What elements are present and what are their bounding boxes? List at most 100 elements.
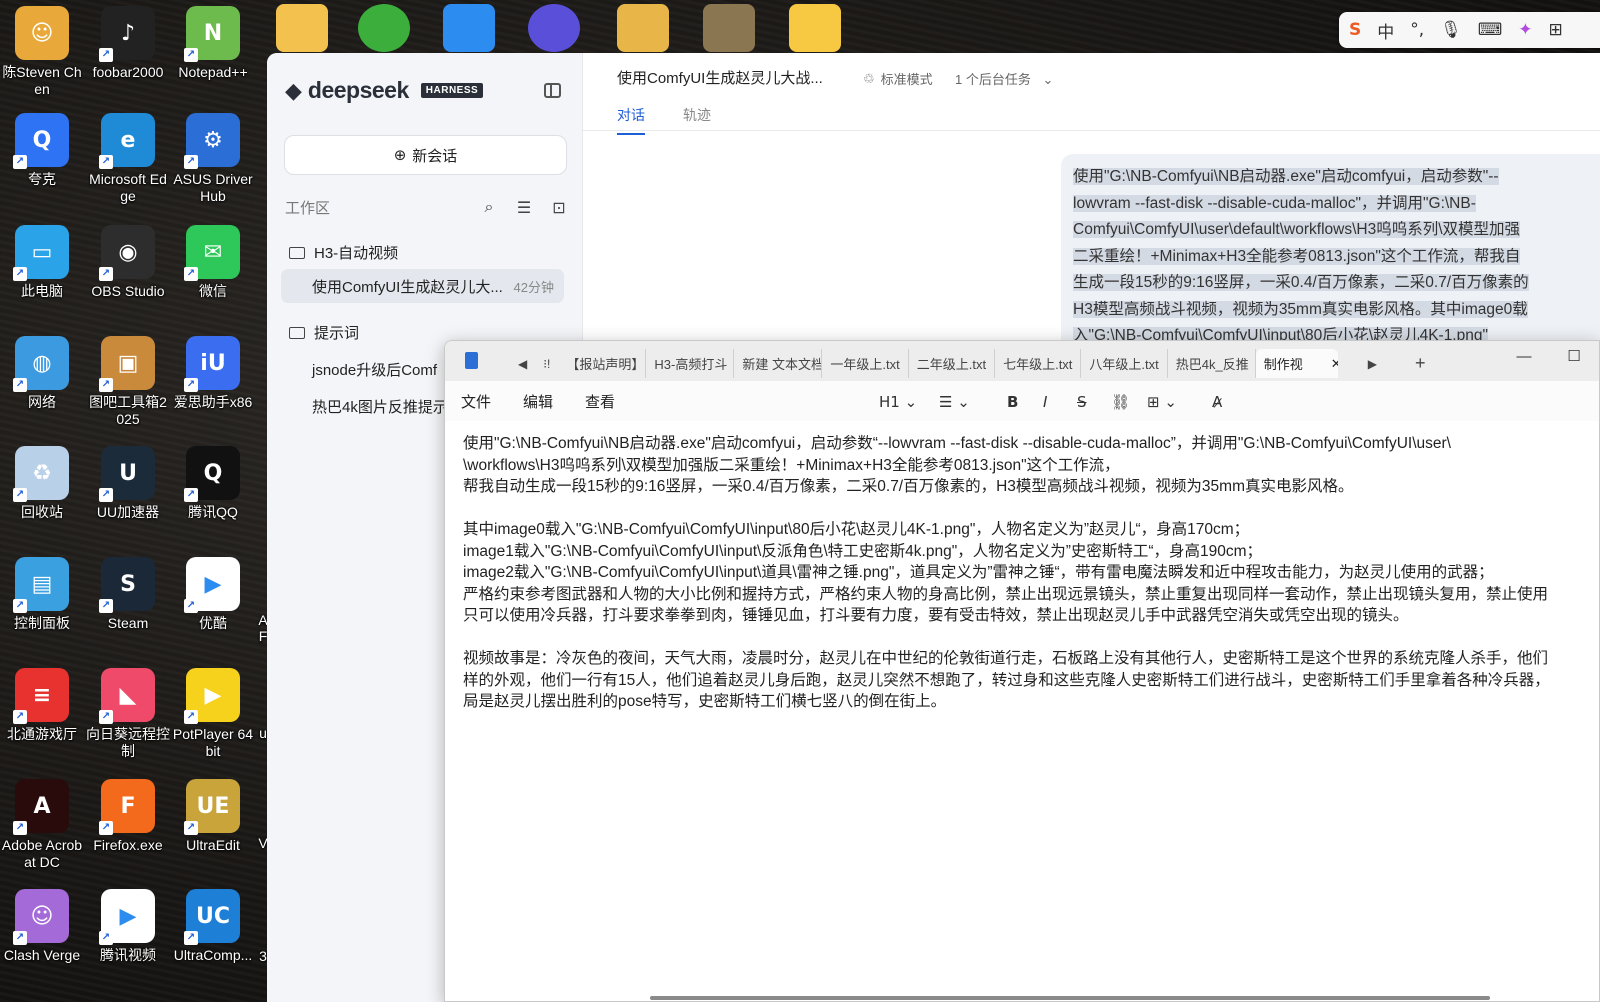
desktop-icon-ultracompare[interactable]: UC ↗ UltraComp... — [171, 889, 255, 964]
folder-icon[interactable] — [617, 4, 669, 52]
notepad-tab[interactable]: 二年级上.txt — [909, 349, 996, 378]
keyboard-icon[interactable]: ⌨ — [1478, 20, 1503, 40]
desktop-icon-beitong[interactable]: ≡ ↗ 北通游戏厅 — [0, 668, 84, 743]
desktop-icon-firefox[interactable]: F ↗ Firefox.exe — [86, 779, 170, 854]
desktop-icon-tencentvideo[interactable]: ▶ ↗ 腾讯视频 — [86, 889, 170, 964]
sidebar-toggle-icon[interactable] — [544, 83, 561, 98]
notepad-tab-active[interactable]: 制作视 ✕ — [1255, 349, 1338, 378]
desktop-icon-aisi[interactable]: iU ↗ 爱思助手x86 — [171, 336, 255, 411]
desktop-icon-asus[interactable]: ⚙ ↗ ASUS DriverHub — [171, 113, 255, 205]
close-tab-icon[interactable]: ✕ — [1331, 356, 1338, 372]
desktop-icon-label: 向日葵远程控制 — [86, 726, 170, 759]
desktop-icon-steam[interactable]: S ↗ Steam — [86, 557, 170, 632]
workspace-folder[interactable]: H3-自动视频 — [289, 242, 398, 263]
desktop-icon-foobar[interactable]: ♪ ↗ foobar2000 — [86, 6, 170, 81]
asus-icon: ⚙ ↗ — [184, 113, 240, 169]
folder-icon[interactable] — [703, 4, 755, 52]
session-item[interactable]: jsnode升级后Comf — [312, 359, 437, 380]
new-tab-icon[interactable]: + — [1407, 353, 1434, 374]
desktop-icon-uu[interactable]: U ↗ UU加速器 — [86, 446, 170, 521]
editor-line: 视频故事是：冷灰色的夜间，天气大雨，凌晨时分，赵灵儿在中世纪的伦敦街道行走，石板… — [463, 650, 1549, 667]
ie-icon[interactable] — [358, 4, 410, 52]
maximize-icon[interactable]: ☐ — [1549, 341, 1599, 373]
tab-label: 制作视 — [1263, 357, 1303, 372]
notepad-tab[interactable]: 新建 文本文档 — [734, 349, 823, 378]
desktop-icon-ultraedit[interactable]: UE ↗ UltraEdit — [171, 779, 255, 854]
ime-chinese-toggle[interactable]: 中 — [1377, 18, 1394, 43]
heading-select[interactable]: H1 ⌄ — [879, 393, 917, 411]
clear-format-icon[interactable]: A̷ — [1212, 393, 1222, 411]
bold-icon[interactable]: B — [1007, 393, 1018, 411]
session-item-active[interactable]: 使用ComfyUI生成赵灵儿大... 42分钟 — [281, 269, 564, 303]
app-bird-icon[interactable] — [443, 4, 495, 52]
skin-icon[interactable]: ✦ — [1518, 20, 1532, 40]
desktop-icon-steven[interactable]: ☺ 陈Steven Chen — [0, 6, 84, 98]
link-icon[interactable]: ⛓ — [1111, 393, 1130, 411]
desktop-icon-youku[interactable]: ▶ ↗ 优酷 — [171, 557, 255, 632]
logo-text: deepseek — [307, 77, 409, 103]
minimize-icon[interactable]: — — [1499, 341, 1549, 373]
desktop-icon-edge[interactable]: e ↗ Microsoft Edge — [86, 113, 170, 205]
notepad-tab[interactable]: 热巴4k_反推 — [1168, 349, 1256, 378]
app-cat-icon[interactable] — [528, 4, 580, 52]
message-line: lowvram --fast-disk --disable-cuda-mallo… — [1073, 194, 1476, 212]
folder-icon[interactable] — [276, 4, 328, 52]
desktop-icon-sunlogin[interactable]: ◣ ↗ 向日葵远程控制 — [86, 668, 170, 760]
background-task-dropdown[interactable]: 1 个后台任务 ⌄ — [955, 69, 1053, 88]
tab-list-icon[interactable]: ⁝! — [535, 357, 558, 371]
desktop-icon-network[interactable]: ◍ ↗ 网络 — [0, 336, 84, 411]
strikethrough-icon[interactable]: S — [1077, 393, 1087, 411]
desktop-icon-label: UltraEdit — [186, 837, 240, 853]
desktop-icon-label: 微信 — [199, 283, 227, 299]
desktop-icon-label: 网络 — [28, 394, 56, 410]
new-chat-button[interactable]: ⊕ 新会话 — [284, 135, 567, 175]
workspace-folder[interactable]: 提示词 — [289, 322, 359, 343]
ime-punctuation-icon[interactable]: °, — [1410, 20, 1424, 40]
desktop-icon-obs[interactable]: ◉ ↗ OBS Studio — [86, 225, 170, 300]
notepad-editor[interactable]: 使用"G:\NB-Comfyui\NB启动器.exe"启动comfyui，启动参… — [463, 433, 1593, 713]
steven-icon: ☺ — [15, 6, 69, 60]
scroll-left-icon[interactable]: ◀ — [510, 357, 535, 371]
window-controls: — ☐ — [1499, 341, 1599, 373]
grid-icon[interactable]: ⊞ — [1549, 20, 1563, 40]
desktop-icon-control[interactable]: ▤ ↗ 控制面板 — [0, 557, 84, 632]
desktop-icon-acrobat[interactable]: A ↗ Adobe Acrobat DC — [0, 779, 84, 871]
potplayer-icon: ▶ ↗ — [184, 668, 240, 724]
desktop-icon-tubar[interactable]: ▣ ↗ 图吧工具箱2025 — [86, 336, 170, 428]
desktop-icon-quark[interactable]: Q ↗ 夸克 — [0, 113, 84, 188]
heading-value: H1 — [879, 393, 900, 411]
notepad-tab[interactable]: 八年级上.txt — [1081, 349, 1168, 378]
table-icon[interactable]: ⊞ ⌄ — [1147, 393, 1177, 411]
recycle-icon: ♻ ↗ — [13, 446, 69, 502]
list-icon[interactable]: ☰ ⌄ — [939, 393, 970, 411]
message-row: lowvram --fast-disk --disable-cuda-mallo… — [1073, 191, 1600, 218]
search-icon[interactable]: ⌕ — [480, 199, 498, 217]
session-item[interactable]: 热巴4k图片反推提示 — [312, 396, 448, 417]
desktop-icon-recycle[interactable]: ♻ ↗ 回收站 — [0, 446, 84, 521]
italic-icon[interactable]: I — [1043, 393, 1047, 411]
desktop-icon-potplayer[interactable]: ▶ ↗ PotPlayer 64 bit — [171, 668, 255, 760]
edge-icon: e ↗ — [99, 113, 155, 169]
menu-view[interactable]: 查看 — [585, 391, 631, 412]
mode-selector[interactable]: ♲ 标准模式 — [863, 69, 933, 88]
notepad-tab[interactable]: H3-高频打斗 — [646, 349, 735, 378]
menu-edit[interactable]: 编辑 — [523, 391, 569, 412]
filter-icon[interactable]: ☰ — [515, 198, 533, 218]
ime-logo-icon[interactable]: S — [1349, 20, 1361, 40]
background-task-label: 1 个后台任务 — [955, 72, 1031, 87]
folder-icon[interactable] — [789, 4, 841, 52]
desktop-icon-notepadpp[interactable]: N ↗ Notepad++ — [171, 6, 255, 81]
notepad-tab[interactable]: 【报站声明】 — [558, 349, 647, 378]
desktop-icon-wechat[interactable]: ✉ ↗ 微信 — [171, 225, 255, 300]
desktop-icon-label: Firefox.exe — [93, 837, 163, 853]
notepad-tab[interactable]: 一年级上.txt — [822, 349, 909, 378]
desktop-icon-qq[interactable]: Q ↗ 腾讯QQ — [171, 446, 255, 521]
menu-file[interactable]: 文件 — [461, 391, 507, 412]
notepad-tab[interactable]: 七年级上.txt — [995, 349, 1082, 378]
microphone-icon[interactable]: 🎙 — [1440, 20, 1462, 40]
scroll-right-icon[interactable]: ▶ — [1360, 357, 1385, 371]
desktop-icon-clash[interactable]: ☺ ↗ Clash Verge — [0, 889, 84, 964]
desktop-icon-thispc[interactable]: ▭ ↗ 此电脑 — [0, 225, 84, 300]
new-folder-icon[interactable]: ⊡ — [550, 198, 568, 218]
horizontal-scrollbar[interactable] — [650, 996, 1490, 1000]
